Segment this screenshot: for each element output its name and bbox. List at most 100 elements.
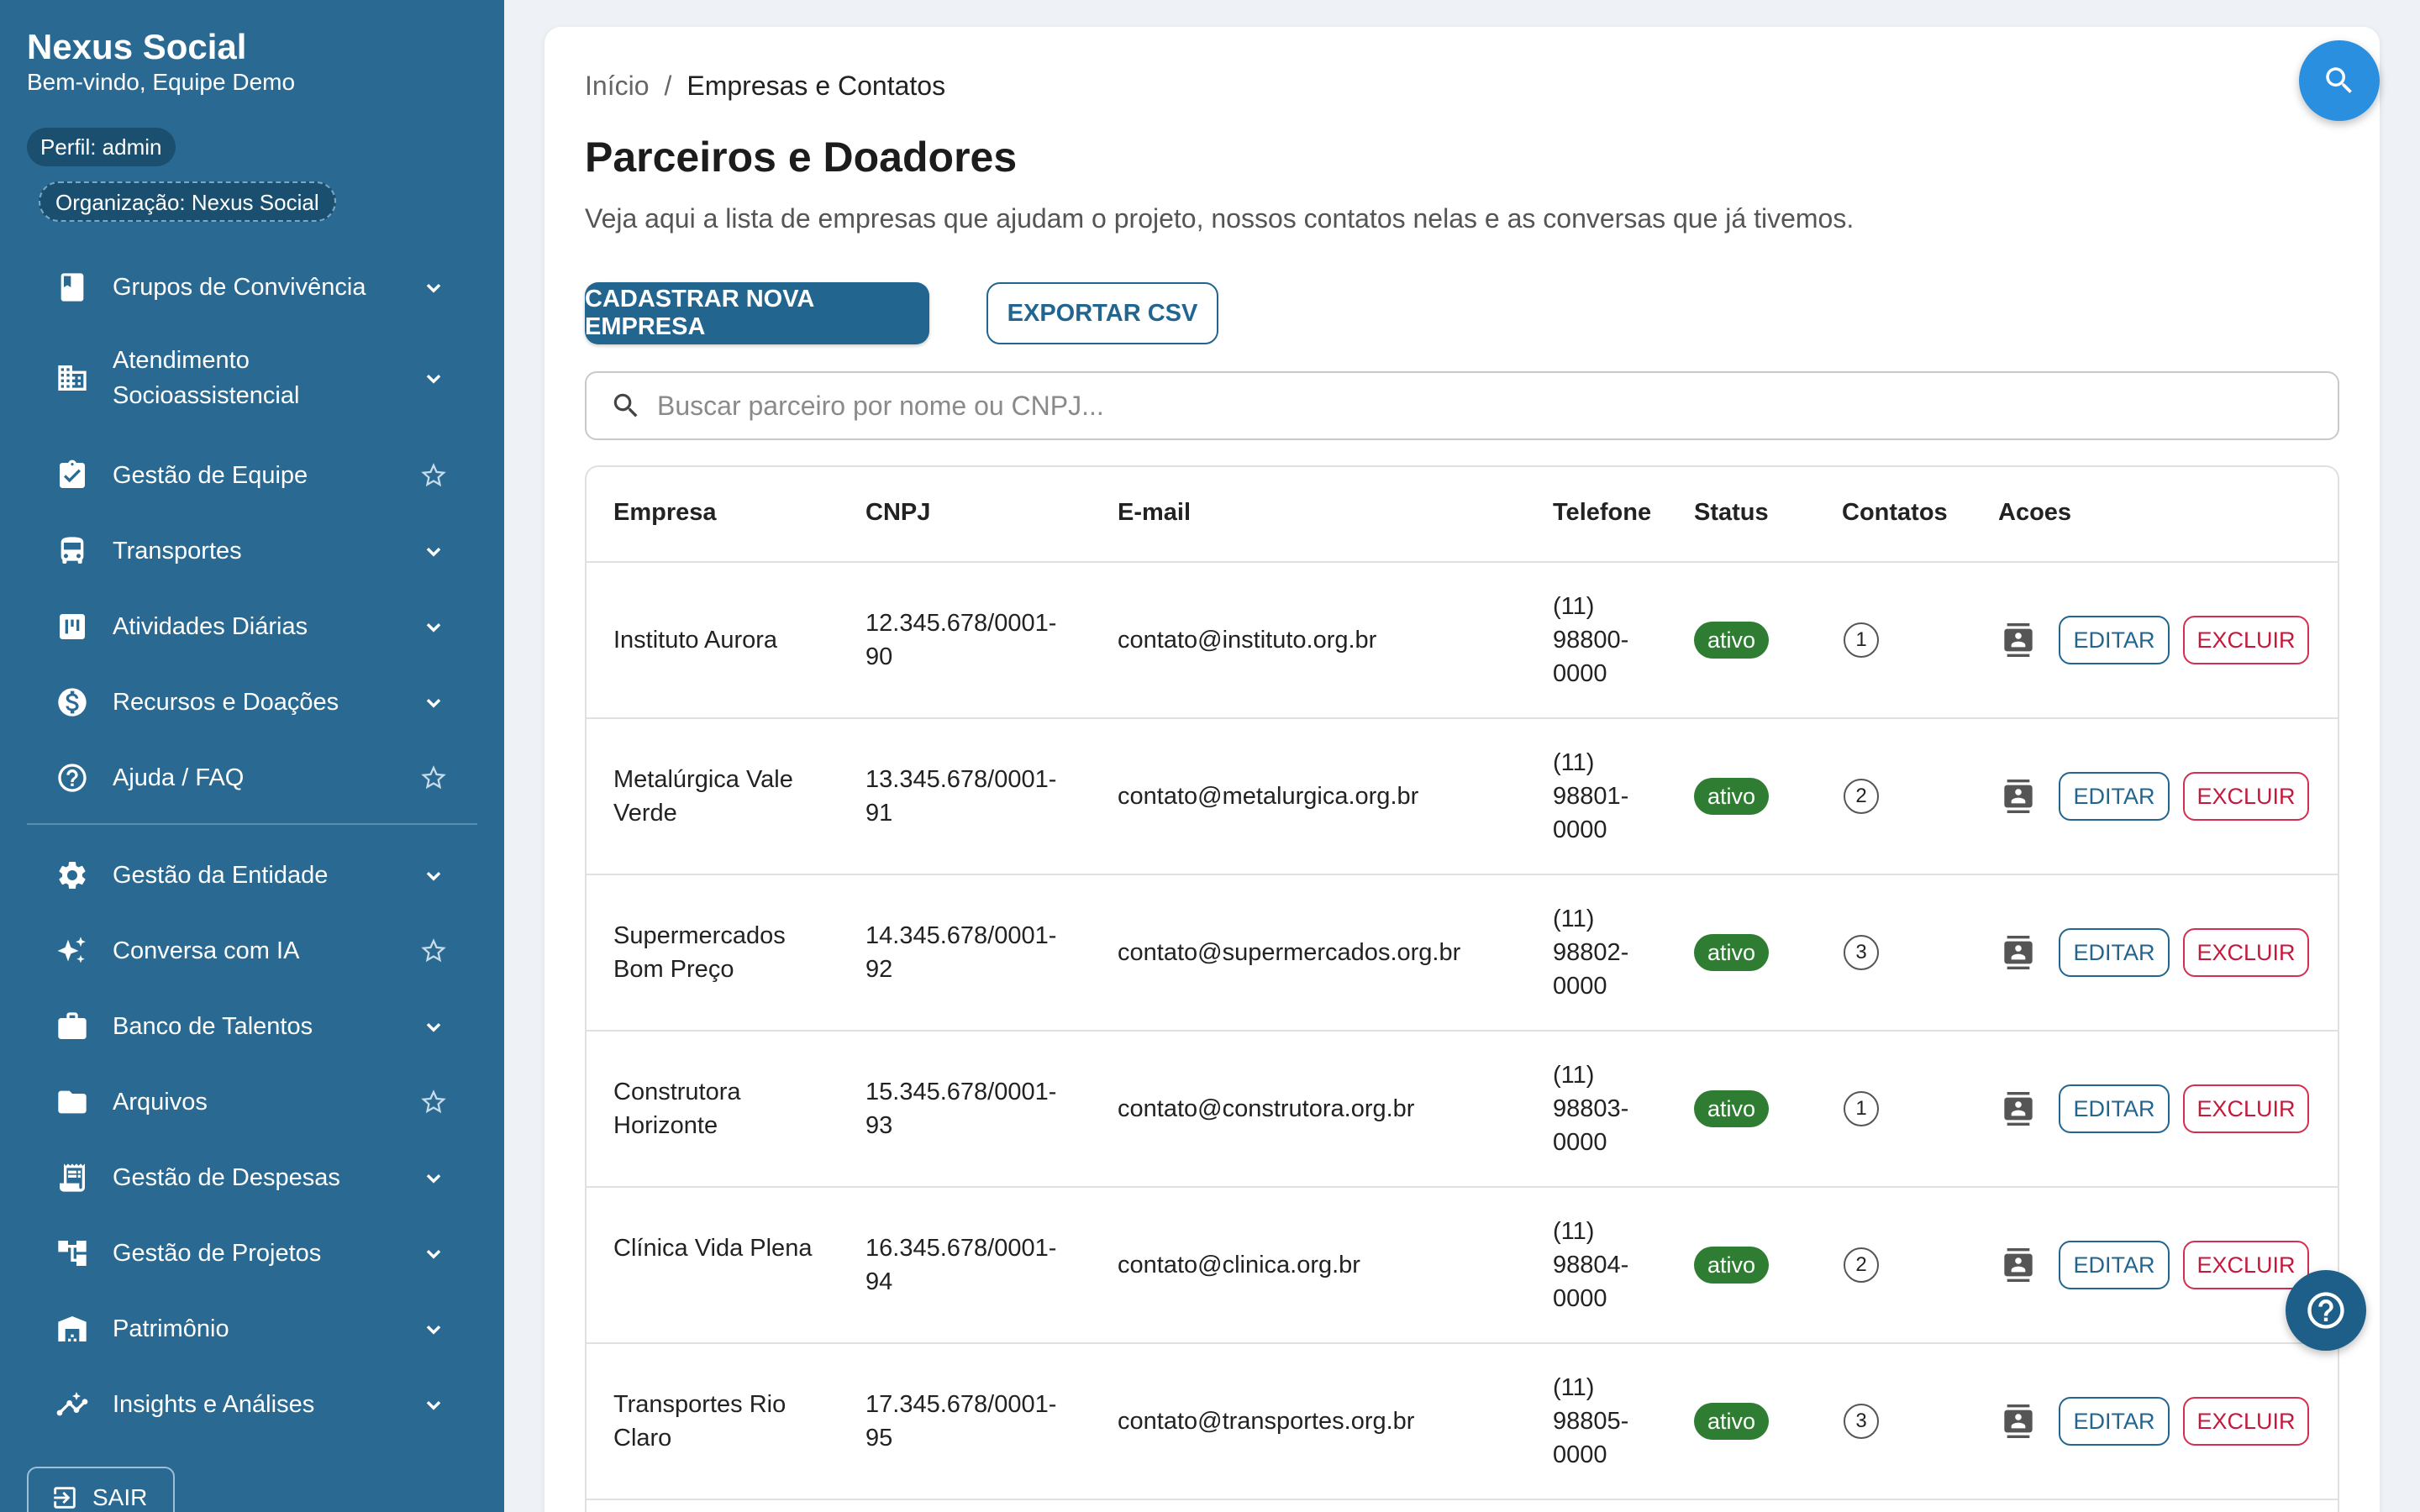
contacts-icon[interactable] xyxy=(2000,1247,2037,1284)
delete-button[interactable]: EXCLUIR xyxy=(2183,1241,2309,1289)
company-email: contato@clinica.org.br xyxy=(1118,1252,1360,1278)
contacts-icon[interactable] xyxy=(2000,934,2037,971)
delete-button[interactable]: EXCLUIR xyxy=(2183,1084,2309,1133)
sidebar-item-label: Atendimento Socioassistencial xyxy=(113,347,300,409)
search-input[interactable] xyxy=(657,390,2254,422)
company-name: Instituto Aurora xyxy=(613,627,778,654)
delete-button[interactable]: EXCLUIR xyxy=(2183,772,2309,821)
sidebar-item-atividades[interactable]: Atividades Diárias xyxy=(27,606,464,647)
table-row[interactable]: Transportes Rio Claro 17.345.678/0001-95… xyxy=(587,1344,2338,1500)
chevron-down-icon[interactable] xyxy=(415,857,452,894)
sidebar-item-gestao-entidade[interactable]: Gestão da Entidade xyxy=(27,855,464,895)
folder-icon xyxy=(52,1082,92,1122)
table-row[interactable]: Instituto Aurora 12.345.678/0001-90 cont… xyxy=(587,563,2338,719)
chevron-down-icon[interactable] xyxy=(415,533,452,570)
contacts-count: 3 xyxy=(1844,935,1879,970)
company-email: contato@construtora.org.br xyxy=(1118,1095,1415,1122)
header-status[interactable]: Status xyxy=(1694,499,1769,527)
chevron-down-icon[interactable] xyxy=(415,608,452,645)
add-company-button[interactable]: CADASTRAR NOVA EMPRESA xyxy=(585,282,929,344)
sidebar-item-recursos[interactable]: Recursos e Doações xyxy=(27,682,464,722)
edit-button[interactable]: EDITAR xyxy=(2059,1241,2170,1289)
table-row[interactable]: Metalúrgica Vale Verde 13.345.678/0001-9… xyxy=(587,719,2338,875)
sidebar-item-arquivos[interactable]: Arquivos xyxy=(27,1082,464,1122)
header-contatos[interactable]: Contatos xyxy=(1842,499,1948,527)
chevron-down-icon[interactable] xyxy=(415,1235,452,1272)
contacts-icon[interactable] xyxy=(2000,622,2037,659)
sidebar-item-despesas[interactable]: Gestão de Despesas xyxy=(27,1158,464,1198)
status-badge: ativo xyxy=(1694,1247,1770,1284)
edit-button[interactable]: EDITAR xyxy=(2059,1397,2170,1446)
organization-chip[interactable]: Organização: Nexus Social xyxy=(39,181,336,222)
sidebar-item-patrimonio[interactable]: Patrimônio xyxy=(27,1309,464,1349)
contacts-icon[interactable] xyxy=(2000,1090,2037,1127)
contacts-count: 3 xyxy=(1844,1404,1879,1439)
sidebar-item-label: Recursos e Doações xyxy=(113,689,339,716)
star-icon[interactable] xyxy=(415,932,452,969)
company-email: contato@supermercados.org.br xyxy=(1118,939,1461,966)
star-icon[interactable] xyxy=(415,1084,452,1121)
edit-button[interactable]: EDITAR xyxy=(2059,928,2170,977)
star-icon[interactable] xyxy=(415,457,452,494)
warehouse-icon xyxy=(52,1309,92,1349)
header-cnpj[interactable]: CNPJ xyxy=(865,499,930,527)
table-row[interactable]: Construtora Horizonte 15.345.678/0001-93… xyxy=(587,1032,2338,1188)
company-phone: (11) 98803-0000 xyxy=(1553,1062,1629,1156)
sidebar-item-ajuda[interactable]: Ajuda / FAQ xyxy=(27,758,464,798)
sidebar-item-grupos[interactable]: Grupos de Convivência xyxy=(27,267,464,307)
company-name: Metalúrgica Vale Verde xyxy=(613,766,793,827)
chevron-down-icon[interactable] xyxy=(415,1386,452,1423)
help-button[interactable] xyxy=(2286,1270,2366,1351)
delete-button[interactable]: EXCLUIR xyxy=(2183,616,2309,664)
sidebar: Nexus Social Bem-vindo, Equipe Demo Perf… xyxy=(0,0,504,1512)
chevron-down-icon[interactable] xyxy=(415,360,452,396)
company-cnpj: 16.345.678/0001-94 xyxy=(865,1235,1057,1295)
header-telefone[interactable]: Telefone xyxy=(1553,499,1651,527)
main-card: Início / Empresas e Contatos Parceiros e… xyxy=(544,27,2380,1512)
contacts-count: 1 xyxy=(1844,622,1879,658)
help-circle-icon xyxy=(52,758,92,798)
bus-icon xyxy=(52,531,92,571)
header-email[interactable]: E-mail xyxy=(1118,499,1191,527)
role-chip: Perfil: admin xyxy=(27,128,176,166)
export-csv-button[interactable]: EXPORTAR CSV xyxy=(986,282,1218,344)
edit-button[interactable]: EDITAR xyxy=(2059,1084,2170,1133)
sidebar-item-label: Gestão de Projetos xyxy=(113,1240,322,1267)
edit-button[interactable]: EDITAR xyxy=(2059,616,2170,664)
company-name: Construtora Horizonte xyxy=(613,1079,741,1139)
table-row[interactable]: Supermercados Bom Preço 14.345.678/0001-… xyxy=(587,875,2338,1032)
star-icon[interactable] xyxy=(415,759,452,796)
receipt-icon xyxy=(52,1158,92,1198)
header-empresa[interactable]: Empresa xyxy=(613,499,717,527)
contacts-icon[interactable] xyxy=(2000,1403,2037,1440)
delete-button[interactable]: EXCLUIR xyxy=(2183,928,2309,977)
delete-button[interactable]: EXCLUIR xyxy=(2183,1397,2309,1446)
sidebar-item-label: Gestão de Despesas xyxy=(113,1164,340,1191)
table-row[interactable]: Clínica Vida Plena 16.345.678/0001-94 co… xyxy=(587,1188,2338,1344)
contacts-icon[interactable] xyxy=(2000,778,2037,815)
breadcrumb-home[interactable]: Início xyxy=(585,71,649,102)
company-name: Clínica Vida Plena xyxy=(613,1235,813,1262)
company-name: Transportes Rio Claro xyxy=(613,1391,786,1452)
chevron-down-icon[interactable] xyxy=(415,1310,452,1347)
sidebar-item-label: Conversa com IA xyxy=(113,937,300,964)
sidebar-item-banco-talentos[interactable]: Banco de Talentos xyxy=(27,1006,464,1047)
sidebar-item-atendimento[interactable]: Atendimento Socioassistencial xyxy=(27,343,464,413)
chevron-down-icon[interactable] xyxy=(415,1159,452,1196)
edit-button[interactable]: EDITAR xyxy=(2059,772,2170,821)
chevron-down-icon[interactable] xyxy=(415,1008,452,1045)
sidebar-item-projetos[interactable]: Gestão de Projetos xyxy=(27,1233,464,1273)
sidebar-item-conversa-ia[interactable]: Conversa com IA xyxy=(27,931,464,971)
sidebar-item-insights[interactable]: Insights e Análises xyxy=(27,1384,464,1425)
sidebar-item-label: Grupos de Convivência xyxy=(113,274,366,301)
company-email: contato@transportes.org.br xyxy=(1118,1408,1415,1435)
logout-button[interactable]: SAIR xyxy=(27,1467,175,1512)
sidebar-item-gestao-equipe[interactable]: Gestão de Equipe xyxy=(27,455,464,496)
global-search-button[interactable] xyxy=(2299,40,2380,121)
sidebar-item-transportes[interactable]: Transportes xyxy=(27,531,464,571)
table-header: Empresa CNPJ E-mail Telefone Status Cont… xyxy=(587,467,2338,563)
company-cnpj: 17.345.678/0001-95 xyxy=(865,1391,1057,1452)
chevron-down-icon[interactable] xyxy=(415,684,452,721)
app-brand: Nexus Social xyxy=(27,27,247,66)
chevron-down-icon[interactable] xyxy=(415,269,452,306)
